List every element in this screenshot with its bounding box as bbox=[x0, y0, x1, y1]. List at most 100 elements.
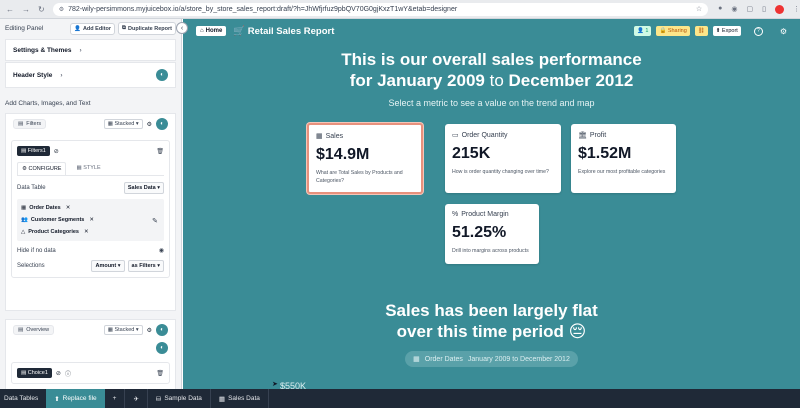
forward-icon[interactable]: → bbox=[22, 5, 30, 14]
metric-description: Drill into margins across products bbox=[452, 248, 529, 254]
color-drop-icon[interactable]: ◐ bbox=[156, 324, 168, 336]
export-button[interactable]: ⬆ Export bbox=[712, 26, 741, 36]
menu-icon[interactable]: ⋮ bbox=[793, 5, 800, 14]
layout-select[interactable]: ▦ Stacked ▾ bbox=[103, 119, 143, 129]
selections-label: Selections bbox=[17, 263, 45, 269]
remove-icon[interactable]: ✕ bbox=[66, 205, 71, 211]
headline-to: to bbox=[489, 71, 504, 90]
sales-data-tab[interactable]: ▦ Sales Data bbox=[211, 389, 268, 408]
headline-line-2-end: December 2012 bbox=[508, 71, 634, 90]
chevron-right-icon: › bbox=[79, 46, 82, 54]
choice1-chip[interactable]: ▤ Choice1 bbox=[17, 368, 52, 378]
table-icon: ▦ bbox=[218, 395, 226, 403]
replace-file-button[interactable]: ⬆ Replace file bbox=[46, 389, 105, 408]
metric-description: Explore our most profitable categories bbox=[578, 169, 666, 175]
info-icon[interactable]: ⓘ bbox=[65, 369, 71, 378]
metric-description: How is order quantity changing over time… bbox=[452, 169, 549, 175]
trend-headline-2: over this time period 😔 bbox=[396, 322, 587, 341]
settings-gear-icon[interactable]: ⚙ bbox=[147, 121, 152, 128]
metric-card-product-margin[interactable]: % Product Margin 51.25% Drill into margin… bbox=[445, 204, 539, 264]
viewers-badge[interactable]: 👤 1 bbox=[633, 26, 652, 36]
metric-card-sales[interactable]: ▦ Sales $14.9M What are Total Sales by Pr… bbox=[307, 123, 423, 194]
collapse-panel-button[interactable]: ‹ bbox=[176, 22, 188, 34]
tab-configure[interactable]: ⚙ CONFIGURE bbox=[17, 162, 67, 175]
metric-description: What are Total Sales by Products and Cat… bbox=[316, 170, 403, 184]
trend-headline-1: Sales has been largely flat bbox=[385, 301, 598, 320]
triangle-icon: △ bbox=[21, 229, 26, 235]
metric-card-profit[interactable]: 🏛 Profit $1.52M Explore our most profitab… bbox=[571, 124, 676, 193]
color-drop-icon[interactable]: ◐ bbox=[156, 118, 168, 130]
editing-panel-header: Editing Panel 👤 Add Editor ⧉ Duplicate Rep… bbox=[0, 19, 181, 38]
overview-panel-tag[interactable]: ▤ Overview bbox=[13, 325, 55, 335]
settings-themes-section[interactable]: Settings & Themes › bbox=[5, 39, 176, 61]
filter-chip-customer-segments[interactable]: 👥 Customer Segments ✕ bbox=[21, 214, 160, 226]
header-style-section[interactable]: Header Style › ◐ bbox=[5, 62, 176, 88]
hero-subtitle: Select a metric to see a value on the tr… bbox=[388, 98, 595, 108]
headline-line-2-start: for January 2009 bbox=[349, 71, 485, 90]
magic-wand-icon[interactable]: ✈ bbox=[125, 389, 146, 408]
pencil-icon[interactable]: ✎ bbox=[152, 217, 158, 225]
back-icon[interactable]: ← bbox=[6, 5, 14, 14]
filter-chip-product-categories[interactable]: △ Product Categories ✕ bbox=[21, 226, 160, 238]
bookmark-star-icon[interactable]: ☆ bbox=[696, 5, 702, 13]
data-table-select[interactable]: Sales Data ▾ bbox=[123, 182, 164, 194]
help-icon[interactable]: ? bbox=[753, 26, 763, 36]
settings-gear-icon[interactable]: ⚙ bbox=[147, 327, 152, 334]
extension-icon[interactable]: ● bbox=[718, 5, 722, 14]
chevron-left-icon: ‹ bbox=[180, 24, 184, 32]
selection-measure-select[interactable]: Amount ▾ bbox=[91, 260, 125, 272]
sharing-button[interactable]: 🔒 Sharing bbox=[656, 26, 690, 36]
users-icon: 👥 bbox=[21, 217, 28, 223]
add-editor-button[interactable]: 👤 Add Editor bbox=[70, 22, 116, 35]
editing-panel-title: Editing Panel bbox=[5, 25, 44, 32]
remove-icon[interactable]: ✕ bbox=[84, 229, 89, 235]
reload-icon[interactable]: ↻ bbox=[38, 5, 45, 14]
choice-slice-editor: ▤ Choice1 ⊘ ⓘ 🗑 bbox=[11, 362, 170, 384]
table-icon: ▦ bbox=[316, 133, 323, 140]
data-tables-bar: Data Tables ⬆ Replace file + ✈ ⛁ Sample Da… bbox=[0, 389, 800, 408]
link-icon[interactable]: ⊘ bbox=[56, 370, 61, 377]
building-icon: 🏛 bbox=[578, 132, 587, 139]
add-content-label: Add Charts, Images, and Text bbox=[5, 100, 91, 107]
profile-avatar[interactable] bbox=[775, 4, 784, 14]
shopping-cart-icon: 🛒 bbox=[233, 25, 246, 37]
filters-panel-tag[interactable]: ▤ Filters bbox=[13, 119, 47, 129]
filters1-chip[interactable]: ▤ Filters1 bbox=[17, 146, 50, 156]
add-table-button[interactable]: + bbox=[105, 389, 125, 408]
color-drop-icon[interactable]: ◐ bbox=[156, 342, 168, 354]
puzzle-icon[interactable]: ▢ bbox=[747, 5, 754, 14]
data-table-label: Data Table bbox=[17, 185, 46, 191]
trend-section: Sales has been largely flat over this ti… bbox=[183, 300, 800, 367]
duplicate-report-button[interactable]: ⧉ Duplicate Report bbox=[118, 22, 176, 35]
trash-icon[interactable]: 🗑 bbox=[156, 370, 164, 377]
hide-if-no-data-label: Hide if no data bbox=[17, 247, 56, 254]
selection-mode-select[interactable]: as Filters ▾ bbox=[127, 260, 164, 272]
hero-section: This is our overall sales performance fo… bbox=[183, 49, 800, 108]
url-text: 782-wily-persimmons.myjuicebox.io/a/stor… bbox=[68, 5, 458, 13]
overview-panel: ▤ Overview ▦ Stacked ▾ ⚙ ◐ ◐ ▤ Choice1 ⊘ … bbox=[5, 319, 176, 389]
link-icon[interactable]: ⊘ bbox=[54, 148, 59, 155]
extension-icon[interactable]: ◉ bbox=[731, 5, 737, 14]
settings-gear-icon[interactable]: ⚙ bbox=[780, 27, 787, 36]
person-plus-icon: 👤 bbox=[74, 25, 81, 32]
percent-icon: % bbox=[452, 211, 459, 218]
eye-icon[interactable]: ◉ bbox=[159, 247, 164, 254]
metric-card-order-quantity[interactable]: ▭ Order Quantity 215K How is order quanti… bbox=[445, 124, 561, 193]
color-drop-icon[interactable]: ◐ bbox=[156, 69, 168, 81]
tab-style[interactable]: ▦ STYLE bbox=[72, 162, 104, 175]
remove-icon[interactable]: ✕ bbox=[89, 217, 94, 223]
home-button[interactable]: ⌂ Home bbox=[196, 26, 227, 36]
layout-select[interactable]: ▦ Stacked ▾ bbox=[103, 325, 143, 335]
database-icon: ⛁ bbox=[155, 395, 162, 403]
date-filter-pill[interactable]: ▦ Order Dates January 2009 to December 2… bbox=[405, 351, 578, 367]
split-view-icon[interactable]: ▯ bbox=[762, 5, 766, 14]
sample-data-tab[interactable]: ⛁ Sample Data bbox=[148, 389, 210, 408]
filter-slice-editor: ▤ Filters1 ⊘ 🗑 ⚙ CONFIGURE ▦ STYLE Data … bbox=[11, 140, 170, 278]
address-bar[interactable]: ⚙ 782-wily-persimmons.myjuicebox.io/a/st… bbox=[52, 2, 709, 16]
filter-chip-order-dates[interactable]: ▦ Order Dates ✕ bbox=[21, 202, 160, 214]
browser-toolbar: ← → ↻ ⚙ 782-wily-persimmons.myjuicebox.i… bbox=[0, 0, 800, 19]
link-button[interactable]: ⛓ bbox=[694, 26, 708, 36]
chevron-right-icon: › bbox=[60, 71, 63, 79]
site-info-icon[interactable]: ⚙ bbox=[59, 6, 64, 13]
trash-icon[interactable]: 🗑 bbox=[156, 148, 164, 155]
